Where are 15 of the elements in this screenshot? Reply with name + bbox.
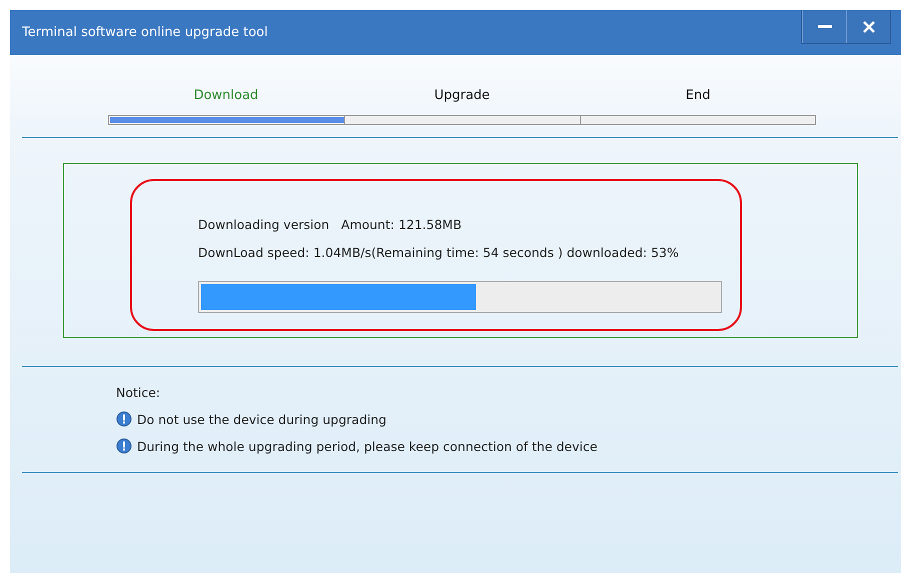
minimize-icon: [818, 25, 832, 28]
version-text: Downloading version Amount: 121.58MB: [198, 217, 463, 232]
speed-text: DownLoad speed: 1.04MB/s(Remaining time: 54 seconds ) downloaded: 53%: [198, 245, 680, 260]
step-label: Upgrade: [434, 88, 490, 103]
step-label: End: [686, 88, 710, 103]
close-button[interactable]: [846, 10, 890, 43]
step-label: Download: [194, 88, 258, 103]
info-icon: [116, 411, 132, 427]
info-icon: [116, 438, 132, 454]
minimize-button[interactable]: [802, 10, 846, 43]
notice-text: During the whole upgrading period, please keep connection of the device: [137, 438, 598, 454]
window-title: Terminal software online upgrade tool: [22, 25, 268, 40]
notice-text: Do not use the device during upgrading: [137, 412, 386, 426]
notice-title: Notice:: [116, 385, 162, 400]
close-icon: [862, 20, 876, 34]
